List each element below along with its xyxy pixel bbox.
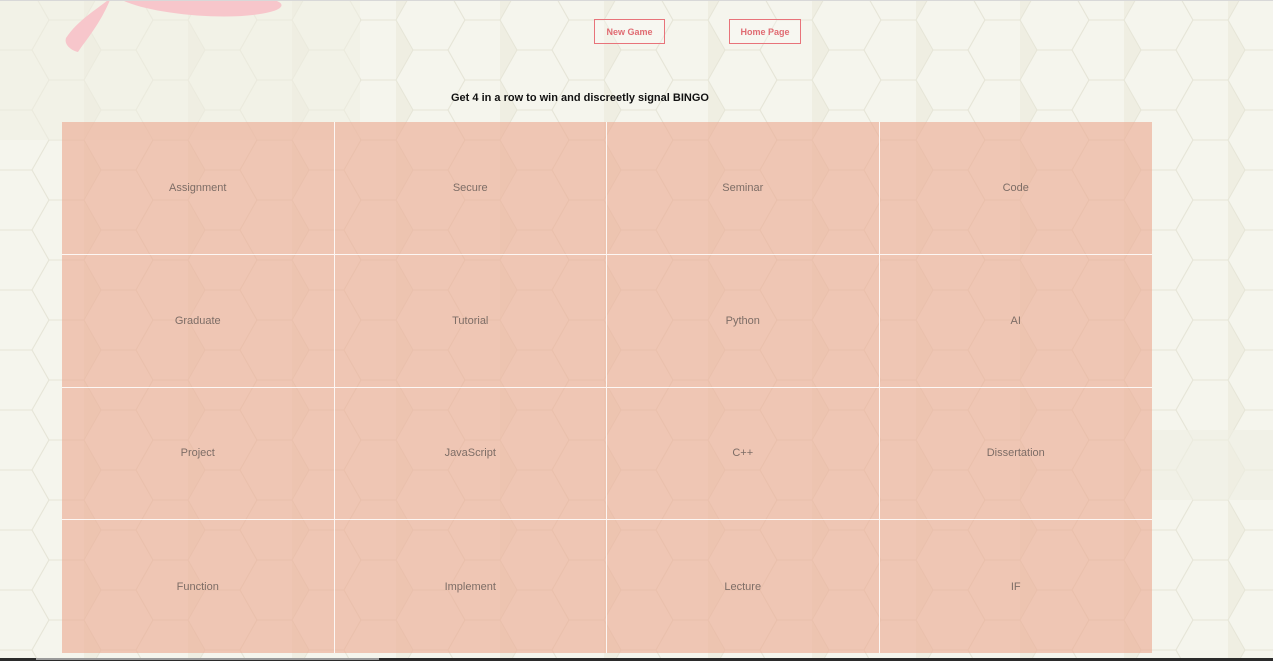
bingo-board: Assignment Secure Seminar Code Graduate … [62, 122, 1152, 653]
bingo-cell[interactable]: Graduate [62, 254, 335, 388]
bingo-cell[interactable]: Implement [334, 520, 607, 653]
bingo-cell[interactable]: Function [62, 520, 335, 653]
bingo-cell[interactable]: Dissertation [879, 387, 1152, 521]
bingo-cell[interactable]: Assignment [62, 122, 335, 255]
bingo-cell[interactable]: Project [62, 387, 335, 521]
home-page-button[interactable]: Home Page [729, 19, 801, 44]
bingo-cell[interactable]: Secure [334, 122, 607, 255]
bingo-cell[interactable]: Tutorial [334, 254, 607, 388]
top-border [0, 0, 1273, 1]
bingo-cell[interactable]: AI [879, 254, 1152, 388]
instructions-text: Get 4 in a row to win and discreetly sig… [451, 92, 709, 104]
bingo-cell[interactable]: Code [879, 122, 1152, 255]
bingo-cell[interactable]: JavaScript [334, 387, 607, 521]
bingo-cell[interactable]: C++ [607, 387, 880, 521]
pink-decor-shape [65, 0, 282, 52]
bingo-cell[interactable]: Lecture [607, 520, 880, 653]
bingo-cell[interactable]: IF [879, 520, 1152, 653]
new-game-button[interactable]: New Game [594, 19, 665, 44]
bingo-cell[interactable]: Python [607, 254, 880, 388]
bingo-cell[interactable]: Seminar [607, 122, 880, 255]
scrollbar-thumb[interactable] [36, 658, 379, 660]
